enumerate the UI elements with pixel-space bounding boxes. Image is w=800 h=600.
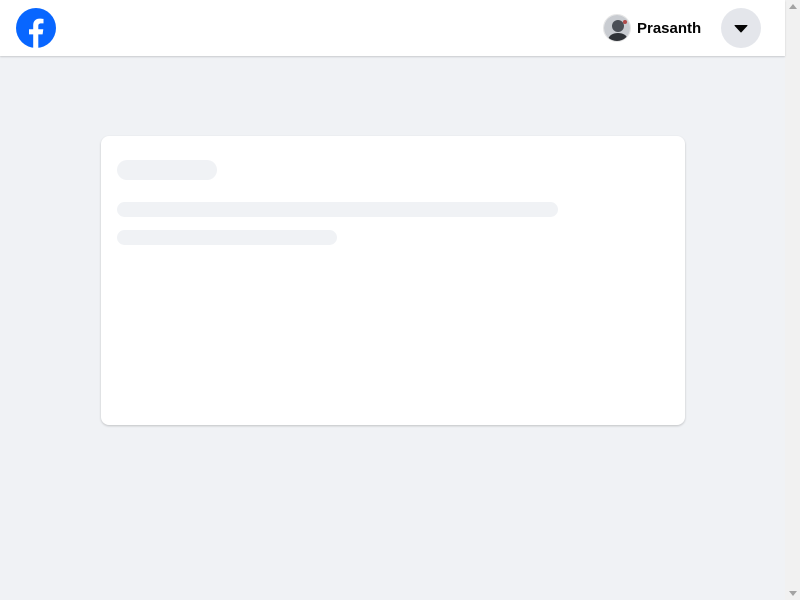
profile-link[interactable]: Prasanth xyxy=(599,10,709,46)
loading-card xyxy=(101,136,685,425)
scroll-up-arrow-icon[interactable] xyxy=(789,4,797,9)
scroll-down-arrow-icon[interactable] xyxy=(789,591,797,596)
caret-down-icon xyxy=(734,24,748,33)
loading-placeholder-title xyxy=(117,160,217,180)
user-avatar xyxy=(603,14,631,42)
account-menu-button[interactable] xyxy=(721,8,761,48)
page: Prasanth xyxy=(0,0,785,600)
vertical-scrollbar[interactable] xyxy=(785,0,800,600)
loading-placeholder-line xyxy=(117,202,558,217)
loading-placeholder-line xyxy=(117,230,337,245)
facebook-logo-icon[interactable] xyxy=(16,8,56,48)
profile-name: Prasanth xyxy=(637,19,702,37)
top-navigation-bar: Prasanth xyxy=(0,0,785,56)
